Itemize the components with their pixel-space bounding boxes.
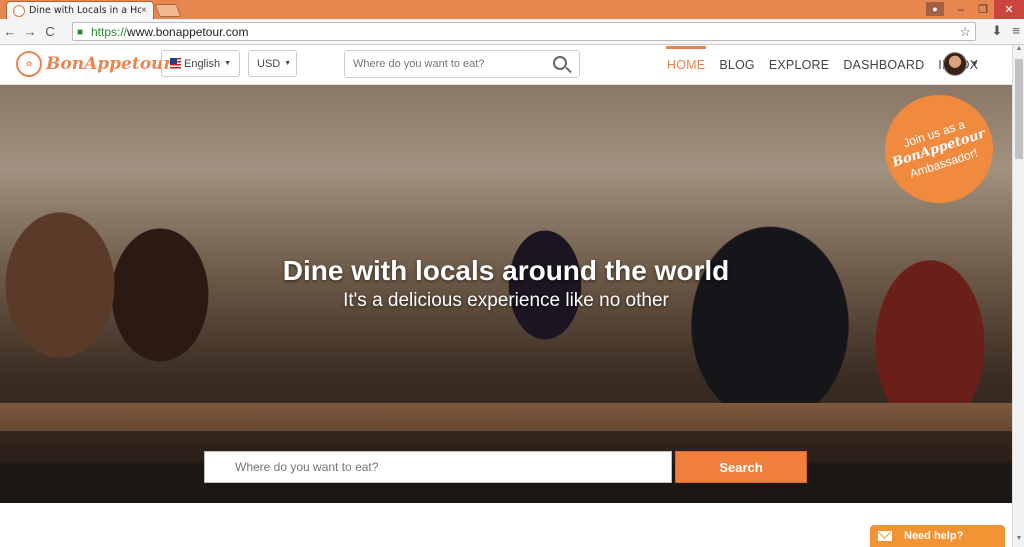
nav-dashboard[interactable]: DASHBOARD <box>842 46 925 84</box>
hero-search-band: Search <box>0 431 1012 503</box>
back-icon[interactable]: ← <box>0 24 20 39</box>
hero-subtitle: It's a delicious experience like no othe… <box>343 290 669 311</box>
url-host: www.bonappetour.com <box>127 24 249 39</box>
tab-close-icon[interactable]: × <box>141 5 153 16</box>
hero-search-input[interactable] <box>235 460 635 474</box>
us-flag-icon <box>170 58 181 69</box>
currency-label: USD <box>257 57 281 70</box>
need-help-button[interactable]: Need help? <box>870 525 1005 547</box>
reload-icon[interactable]: C <box>40 24 60 39</box>
nav-explore[interactable]: EXPLORE <box>768 46 830 84</box>
browser-tab[interactable]: Dine with Locals in a Hom × <box>6 1 154 19</box>
scroll-up-icon[interactable]: ▲ <box>1013 45 1024 57</box>
nav-home[interactable]: HOME <box>666 46 707 84</box>
forward-icon[interactable]: → <box>20 24 40 39</box>
chevron-down-icon: ▼ <box>284 60 292 67</box>
browser-titlebar: Dine with Locals in a Hom × ● – ❐ ✕ <box>0 0 1024 19</box>
address-bar[interactable]: ■ https:// www.bonappetour.com ☆ <box>72 22 976 41</box>
need-help-label: Need help? <box>904 530 964 542</box>
hero-banner: Dine with locals around the world It's a… <box>0 85 1012 503</box>
site-header: ✿ BonAppetour English ▼ USD ▼ HOME BLOG … <box>0 45 1012 85</box>
maximize-button[interactable]: ❐ <box>972 0 994 19</box>
close-window-button[interactable]: ✕ <box>994 0 1024 19</box>
nav-blog[interactable]: BLOG <box>718 46 756 84</box>
new-tab-button[interactable] <box>154 4 182 17</box>
hero-title: Dine with locals around the world <box>282 255 730 286</box>
language-label: English <box>183 57 221 70</box>
tab-title: Dine with Locals in a Hom <box>29 5 141 16</box>
browser-toolbar: ← → C ■ https:// www.bonappetour.com ☆ ⬇… <box>0 19 1024 45</box>
scroll-thumb[interactable] <box>1015 59 1023 159</box>
chevron-down-icon[interactable]: ▼ <box>971 59 979 68</box>
logo-plate-icon: ✿ <box>16 51 42 77</box>
hero-search-box <box>204 451 672 483</box>
chrome-menu-icon[interactable]: ≡ <box>1012 23 1020 39</box>
envelope-icon <box>878 531 892 541</box>
url-scheme: https:// <box>91 24 128 39</box>
bookmark-star-icon[interactable]: ☆ <box>959 24 971 40</box>
logo-text: BonAppetour <box>46 54 173 74</box>
hero-search-button[interactable]: Search <box>675 451 807 483</box>
header-search <box>344 50 580 78</box>
site-logo[interactable]: ✿ BonAppetour <box>16 51 172 77</box>
profile-icon[interactable]: ● <box>926 2 944 16</box>
user-avatar[interactable] <box>943 52 967 76</box>
lock-icon: ■ <box>77 26 84 38</box>
language-dropdown[interactable]: English ▼ <box>161 50 240 77</box>
page-scrollbar[interactable]: ▲ ▼ <box>1012 45 1024 547</box>
extension-icon[interactable]: ⬇ <box>992 23 1003 39</box>
header-search-input[interactable] <box>353 58 543 70</box>
window-controls: ● – ❐ ✕ <box>926 0 1024 19</box>
ambassador-badge[interactable]: Join us as a BonAppetour Ambassador! <box>870 85 1008 218</box>
search-icon[interactable] <box>553 56 567 70</box>
currency-dropdown[interactable]: USD ▼ <box>248 50 297 77</box>
scroll-down-icon[interactable]: ▼ <box>1013 535 1024 547</box>
minimize-button[interactable]: – <box>950 0 972 19</box>
chevron-down-icon: ▼ <box>224 60 231 67</box>
site-favicon-icon <box>13 4 25 17</box>
